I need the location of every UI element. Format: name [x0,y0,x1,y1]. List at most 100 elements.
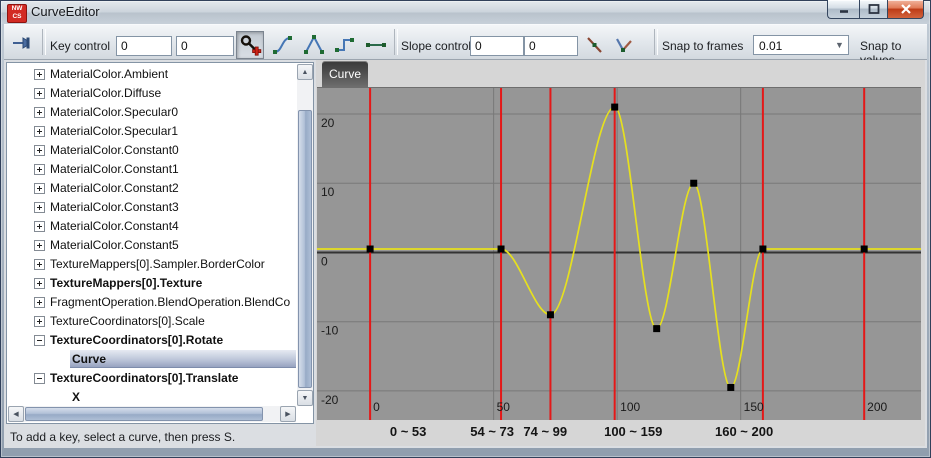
expand-toggle-icon[interactable] [34,240,45,251]
tree-item-label: MaterialColor.Constant2 [50,181,179,195]
step-curve-button[interactable] [330,31,360,59]
scroll-up-button[interactable]: ▲ [297,64,313,80]
slope-right-input[interactable] [524,36,578,56]
tree-item-label: MaterialColor.Ambient [50,67,168,81]
tree-item[interactable]: TextureMappers[0].Sampler.BorderColor [8,255,296,274]
slope-left-input[interactable] [470,36,524,56]
horizontal-scroll-thumb[interactable] [25,407,263,421]
snap-to-frames-combobox[interactable]: 0.01 ▼ [753,35,849,55]
tree-item[interactable]: TextureCoordinators[0].Translate [8,369,296,388]
tree-item-label: MaterialColor.Constant1 [50,162,179,176]
tree-item[interactable]: X [8,388,296,406]
maximize-button[interactable] [859,0,888,19]
smooth-curve-button[interactable] [268,31,298,59]
plot-background[interactable] [317,87,921,420]
scroll-down-button[interactable]: ▼ [297,390,313,406]
key-control-label: Key control [50,39,110,53]
expand-toggle-icon[interactable] [34,278,45,289]
tree-item[interactable]: MaterialColor.Constant4 [8,217,296,236]
expand-toggle-icon[interactable] [34,316,45,327]
tree-item-label: MaterialColor.Specular1 [50,124,178,138]
expand-toggle-icon[interactable] [34,126,45,137]
keyframe-marker[interactable] [611,104,618,111]
curve-tree-panel: MaterialColor.Ambient MaterialColor.Diff… [6,62,314,424]
expand-toggle-icon[interactable] [34,107,45,118]
window-title: CurveEditor [31,4,100,19]
tree-item[interactable]: TextureCoordinators[0].Rotate [8,331,296,350]
y-axis-tick-label: -20 [321,393,339,407]
app-logo-icon: NW CS [7,4,27,23]
tab-curve-label: Curve [329,67,361,81]
peak-curve-button[interactable] [299,31,329,59]
tree-item[interactable]: MaterialColor.Constant2 [8,179,296,198]
tree-item[interactable]: MaterialColor.Ambient [8,65,296,84]
key-value-input[interactable] [176,36,234,56]
scroll-right-button[interactable]: ▶ [280,406,296,422]
tree-item[interactable]: MaterialColor.Specular0 [8,103,296,122]
slope-break-button[interactable] [610,31,638,59]
expand-toggle-icon[interactable] [34,69,45,80]
tree-horizontal-scrollbar[interactable]: ◀ ▶ [8,406,296,422]
expand-toggle-icon[interactable] [34,202,45,213]
expand-toggle-icon[interactable] [34,259,45,270]
tree-item-label: X [72,390,80,404]
tree-item[interactable]: Curve [8,350,296,369]
curve-chart[interactable]: 20100-10-20050100150200 [317,87,921,420]
expand-toggle-icon[interactable] [34,297,45,308]
tree-item[interactable]: MaterialColor.Constant3 [8,198,296,217]
tree-vertical-scrollbar[interactable]: ▲ ▼ [297,64,313,406]
keyframe-marker[interactable] [653,325,660,332]
slope-line-button[interactable] [580,31,608,59]
close-button[interactable] [888,0,924,19]
snap-to-frames-value: 0.01 [759,39,782,53]
y-axis-tick-label: 10 [321,185,335,199]
pin-button[interactable] [10,29,40,57]
expand-toggle-icon[interactable] [34,183,45,194]
flat-curve-button[interactable] [361,31,391,59]
keyframe-marker[interactable] [727,384,734,391]
slope-break-icon [612,33,636,57]
y-axis-tick-label: -10 [321,324,339,338]
keyframe-marker[interactable] [367,246,374,253]
toolbar-separator [394,29,398,55]
scroll-left-button[interactable]: ◀ [8,406,24,422]
expand-toggle-icon[interactable] [34,164,45,175]
tree-item[interactable]: FragmentOperation.BlendOperation.BlendCo [8,293,296,312]
expand-toggle-icon[interactable] [34,145,45,156]
tree-item[interactable]: MaterialColor.Specular1 [8,122,296,141]
tree-item[interactable]: MaterialColor.Constant1 [8,160,296,179]
vertical-scroll-thumb[interactable] [298,110,312,388]
key-frame-input[interactable] [116,36,172,56]
close-icon [900,4,912,15]
tree-item[interactable]: TextureMappers[0].Texture [8,274,296,293]
tree-item[interactable]: TextureCoordinators[0].Scale [8,312,296,331]
keyframe-marker[interactable] [498,246,505,253]
tree-item-label: MaterialColor.Diffuse [50,86,161,100]
title-bar[interactable]: NW CS CurveEditor [0,0,931,24]
title-bar-gloss [1,1,930,24]
status-text: To add a key, select a curve, then press… [10,430,235,444]
expand-toggle-icon[interactable] [34,373,45,384]
expand-toggle-icon[interactable] [34,88,45,99]
keyframe-marker[interactable] [547,311,554,318]
minimize-button[interactable] [827,0,859,19]
add-key-button[interactable] [236,31,264,59]
tree-item-label: FragmentOperation.BlendOperation.BlendCo [50,295,290,309]
tree-item[interactable]: MaterialColor.Constant0 [8,141,296,160]
tab-curve[interactable]: Curve [322,61,368,87]
tree-item[interactable]: MaterialColor.Diffuse [8,84,296,103]
x-axis-tick-label: 0 [373,400,380,414]
tree-item-label: MaterialColor.Constant4 [50,219,179,233]
step-curve-icon [333,33,357,57]
tree-item-label: MaterialColor.Constant0 [50,143,179,157]
expand-toggle-icon[interactable] [34,221,45,232]
keyframe-marker[interactable] [759,246,766,253]
keyframe-marker[interactable] [861,246,868,253]
expand-toggle-icon[interactable] [34,335,45,346]
app-logo-line1: NW [8,5,26,13]
x-axis-tick-label: 200 [867,400,887,414]
keyframe-marker[interactable] [690,180,697,187]
curve-plot-area[interactable]: 20100-10-20050100150200 [317,87,921,420]
flat-curve-icon [364,33,388,57]
tree-item[interactable]: MaterialColor.Constant5 [8,236,296,255]
